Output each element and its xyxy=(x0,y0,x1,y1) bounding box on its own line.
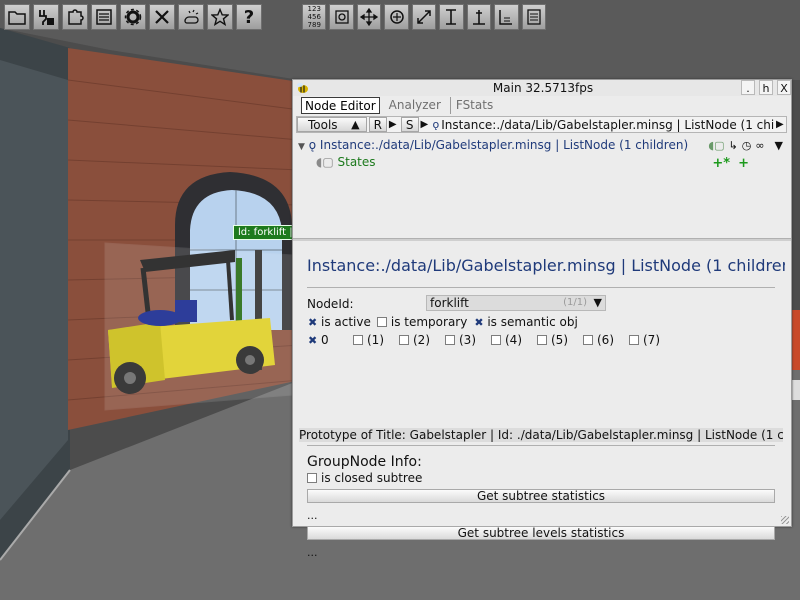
move-icon[interactable] xyxy=(356,4,382,30)
divider xyxy=(307,287,775,288)
tree-child-item[interactable]: ◖▢ States xyxy=(316,155,376,171)
play-icon[interactable]: ▶ xyxy=(776,119,786,130)
select-icon[interactable] xyxy=(329,4,354,30)
bee-icon xyxy=(297,83,308,93)
node-id-tag: ld: forklift | xyxy=(233,225,298,240)
tree-root-label: Instance:./data/Lib/Gabelstapler.minsg |… xyxy=(319,138,689,152)
state-icon: ◖▢ xyxy=(316,155,334,169)
subtree-stats-output: ... xyxy=(307,509,318,522)
level-7-checkbox[interactable]: (7) xyxy=(629,333,675,347)
measure-icon[interactable] xyxy=(494,4,519,30)
object-title: Instance:./data/Lib/Gabelstapler.minsg |… xyxy=(307,256,785,275)
weather-icon[interactable] xyxy=(178,4,204,30)
level-5-checkbox[interactable]: (5) xyxy=(537,333,583,347)
clock-icon[interactable]: ◷ xyxy=(742,139,752,152)
level-4-checkbox[interactable]: (4) xyxy=(491,333,537,347)
tree-child-label: States xyxy=(337,155,376,169)
close-button[interactable]: X xyxy=(777,80,791,95)
prototype-info[interactable]: Prototype of Title: Gabelstapler | Id: .… xyxy=(299,428,783,442)
subtree-levels-button[interactable]: Get subtree levels statistics xyxy=(307,526,775,540)
gear-icon[interactable] xyxy=(120,4,146,30)
height-icon[interactable] xyxy=(439,4,464,30)
group-node-title: GroupNode Info: xyxy=(307,454,422,470)
cursor-icon[interactable]: ↳ xyxy=(729,139,738,152)
plug-icon[interactable] xyxy=(33,4,59,30)
add-icons: +* + xyxy=(712,156,749,171)
flags-row: ✖ is active is temporary ✖ is semantic obj xyxy=(307,315,584,329)
panel-titlebar[interactable]: Main 32.5713fps . h X xyxy=(293,80,791,96)
tab-fstats[interactable]: FStats xyxy=(449,97,496,114)
level-3-checkbox[interactable]: (3) xyxy=(445,333,491,347)
level-1-checkbox[interactable]: (1) xyxy=(353,333,399,347)
is-active-checkbox[interactable]: ✖ is active xyxy=(307,315,371,329)
tab-node-editor[interactable]: Node Editor xyxy=(301,97,380,114)
tree-root-item[interactable]: ▼ ǫ Instance:./data/Lib/Gabelstapler.min… xyxy=(298,138,688,154)
play-icon[interactable]: ▶ xyxy=(421,119,431,130)
folder-icon[interactable] xyxy=(4,4,30,30)
subtree-stats-button[interactable]: Get subtree statistics xyxy=(307,489,775,503)
chevron-down-icon[interactable]: ▼ xyxy=(775,139,783,152)
puzzle-icon[interactable] xyxy=(62,4,88,30)
list-icon[interactable] xyxy=(91,4,117,30)
resize-grip[interactable] xyxy=(781,516,789,524)
level-0-checkbox[interactable]: ✖ 0 xyxy=(307,333,353,347)
notes-icon[interactable] xyxy=(521,4,546,30)
main-panel: Main 32.5713fps . h X Node Editor Analyz… xyxy=(292,79,792,559)
node-navigation-bar: Tools ▲ R ▶ S ▶ ǫ Instance:./data/Lib/Gab… xyxy=(296,116,787,133)
add-state-icon[interactable]: +* xyxy=(712,156,730,171)
play-icon[interactable]: ▶ xyxy=(389,119,399,130)
help-button[interactable]: h xyxy=(759,80,773,95)
level-2-checkbox[interactable]: (2) xyxy=(399,333,445,347)
is-temporary-checkbox[interactable]: is temporary xyxy=(376,315,467,329)
state-icon[interactable]: ◖▢ xyxy=(708,139,724,152)
divider xyxy=(307,445,775,446)
nodeid-label: NodeId: xyxy=(307,297,354,311)
arrow-up-icon: ▲ xyxy=(351,118,360,131)
star-icon[interactable] xyxy=(207,4,233,30)
chevron-down-icon[interactable]: ▼ xyxy=(594,296,602,310)
help-icon[interactable]: ? xyxy=(236,4,262,30)
closed-subtree-checkbox[interactable]: is closed subtree xyxy=(307,471,422,485)
tree-item-icons: ◖▢ ↳ ◷ ∞ ▼ xyxy=(708,139,783,152)
tab-bar: Node Editor Analyzer FStats xyxy=(301,97,496,114)
tab-analyzer[interactable]: Analyzer xyxy=(386,97,444,114)
tools-button[interactable]: Tools ▲ xyxy=(297,117,367,132)
minimize-button[interactable]: . xyxy=(741,80,755,95)
expand-icon[interactable]: ▼ xyxy=(298,142,305,152)
window-title: Main 32.5713fps xyxy=(492,81,594,95)
tools-icon[interactable] xyxy=(149,4,175,30)
nodeid-field[interactable]: forklift (1/1) ▼ xyxy=(426,295,606,311)
node-icon: ǫ xyxy=(308,138,317,152)
transform-toolbar: 123 456 789 xyxy=(302,4,546,30)
link-icon[interactable]: ∞ xyxy=(755,139,764,152)
rotate-icon[interactable] xyxy=(384,4,409,30)
add-icon[interactable]: + xyxy=(738,156,749,171)
level-6-checkbox[interactable]: (6) xyxy=(583,333,629,347)
node-tree[interactable]: ▼ ǫ Instance:./data/Lib/Gabelstapler.min… xyxy=(296,136,787,236)
panel-splitter[interactable] xyxy=(293,238,791,241)
nodeid-count: (1/1) xyxy=(563,297,587,308)
subtree-levels-output: ... xyxy=(307,546,318,559)
closed-subtree-row: is closed subtree xyxy=(307,471,428,485)
node-properties: Instance:./data/Lib/Gabelstapler.minsg |… xyxy=(296,243,787,559)
s-button[interactable]: S xyxy=(400,117,419,132)
numbers-icon[interactable]: 123 456 789 xyxy=(302,4,327,30)
r-button[interactable]: R xyxy=(368,117,387,132)
levels-row: ✖ 0 (1) (2) (3) (4) (5) (6) (7) xyxy=(307,333,675,347)
node-icon: ǫ xyxy=(432,118,440,131)
main-toolbar: ? xyxy=(4,4,296,30)
node-path[interactable]: Instance:./data/Lib/Gabelstapler.minsg |… xyxy=(441,118,774,132)
scale-icon[interactable] xyxy=(411,4,437,30)
anchor-icon[interactable] xyxy=(466,4,492,30)
is-semantic-checkbox[interactable]: ✖ is semantic obj xyxy=(473,315,577,329)
